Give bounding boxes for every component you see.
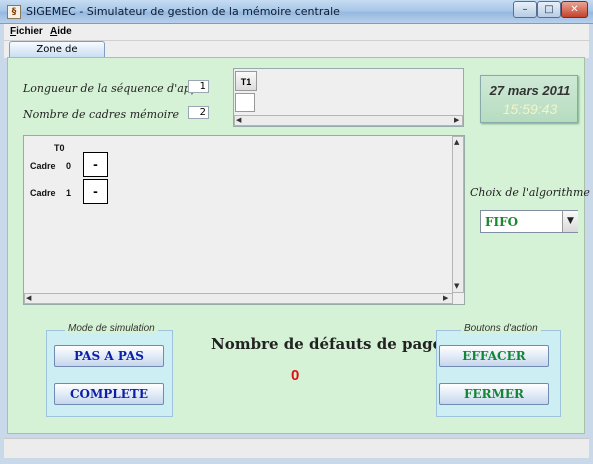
seq-length-field[interactable]: 1 — [188, 80, 209, 93]
frame-row-label: Cadre — [30, 161, 56, 171]
title-bar: § SIGEMEC - Simulateur de gestion de la … — [0, 0, 593, 24]
page-faults-label: Nombre de défauts de page: — [211, 335, 448, 353]
seq-length-label: Longueur de la séquence d'appel — [23, 82, 208, 95]
menu-aide[interactable]: Aide — [50, 26, 72, 37]
action-buttons-title: Boutons d'action — [461, 323, 541, 334]
sequence-pane: T1 ◀ ▶ — [233, 68, 464, 127]
close-button[interactable]: FERMER — [439, 383, 549, 405]
frames-field[interactable]: 2 — [188, 106, 209, 119]
frames-label: Nombre de cadres mémoire — [23, 108, 179, 121]
scroll-right-icon[interactable]: ▶ — [443, 294, 448, 303]
scroll-left-icon[interactable]: ◀ — [26, 294, 31, 303]
app-icon: § — [7, 5, 21, 19]
frames-vscrollbar[interactable]: ▲ ▼ — [452, 136, 464, 293]
frame-cell: - — [83, 179, 108, 204]
sequence-header-t1: T1 — [235, 71, 257, 91]
clock-date: 27 mars 2011 — [489, 83, 571, 98]
tab-zone-simulation[interactable]: Zone de simulation — [9, 41, 105, 70]
frames-hscrollbar[interactable]: ◀ ▶ — [24, 293, 453, 304]
window-title: SIGEMEC - Simulateur de gestion de la mé… — [26, 5, 340, 18]
scroll-up-icon[interactable]: ▲ — [454, 138, 459, 147]
frame-row-index: 1 — [66, 188, 72, 198]
sequence-cell[interactable] — [235, 93, 255, 112]
frame-cell: - — [83, 152, 108, 177]
step-by-step-button[interactable]: PAS A PAS — [54, 345, 164, 367]
algorithm-select[interactable]: FIFO ▼ — [480, 210, 578, 233]
menu-fichier[interactable]: Fichier — [10, 26, 43, 37]
clear-button[interactable]: EFFACER — [439, 345, 549, 367]
date-clock-panel: 27 mars 2011 15:59:43 — [480, 75, 578, 123]
algorithm-label: Choix de l'algorithme — [470, 186, 590, 199]
maximize-button[interactable]: □ — [537, 1, 561, 18]
page-faults-count: 0 — [291, 367, 300, 384]
minimize-button[interactable]: – — [513, 1, 537, 18]
algorithm-value: FIFO — [485, 215, 519, 229]
scroll-right-icon[interactable]: ▶ — [454, 116, 459, 125]
scroll-left-icon[interactable]: ◀ — [236, 116, 241, 125]
menu-bar: Fichier Aide — [4, 24, 589, 41]
close-window-button[interactable]: ✕ — [561, 1, 588, 18]
complete-button[interactable]: COMPLETE — [54, 383, 164, 405]
frames-pane: T0 Cadre 0 - Cadre 1 - ▲ ▼ ◀ ▶ — [23, 135, 465, 305]
scroll-down-icon[interactable]: ▼ — [454, 282, 459, 291]
frames-column-header: T0 — [54, 143, 65, 153]
simulation-mode-title: Mode de simulation — [65, 323, 158, 334]
sequence-hscrollbar[interactable]: ◀ ▶ — [234, 115, 463, 126]
clock-time: 15:59:43 — [502, 101, 558, 117]
frame-row-label: Cadre — [30, 188, 56, 198]
frame-row-index: 0 — [66, 161, 72, 171]
chevron-down-icon[interactable]: ▼ — [562, 211, 578, 232]
status-bar — [4, 438, 589, 458]
